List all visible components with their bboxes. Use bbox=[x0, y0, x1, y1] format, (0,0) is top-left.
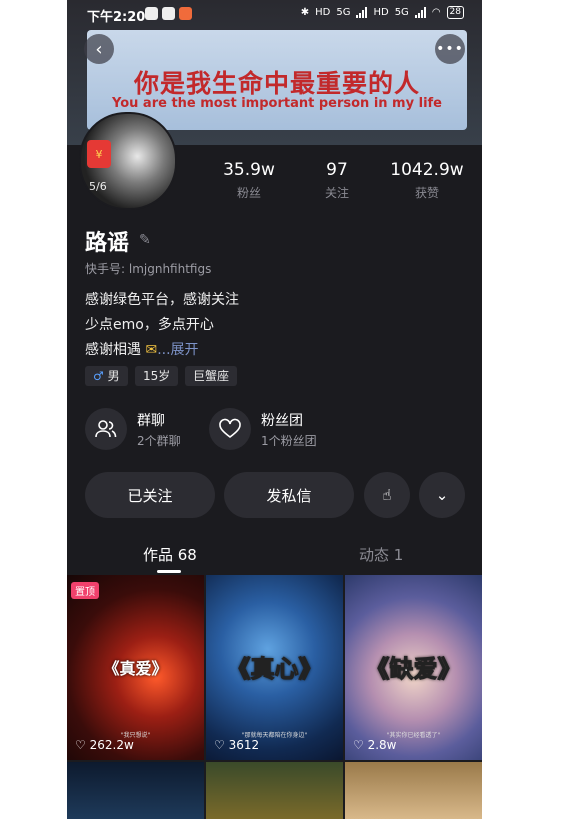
hd-badge: HD bbox=[373, 7, 389, 18]
stat-number: 1042.9w bbox=[390, 160, 464, 180]
status-indicators: ✱ HD 5G HD 5G ◠ 28 bbox=[301, 6, 464, 19]
send-message-button[interactable]: 发私信 bbox=[224, 472, 354, 518]
stat-number: 35.9w bbox=[223, 160, 275, 180]
stat-following[interactable]: 97 关注 bbox=[317, 160, 357, 201]
tab-works[interactable]: 作品 68 bbox=[143, 544, 197, 565]
battery-icon: 28 bbox=[446, 6, 464, 19]
age-tag: 15岁 bbox=[135, 366, 179, 386]
group-chat-title[interactable]: 群聊 bbox=[137, 410, 165, 430]
bio-text: 感谢相遇 bbox=[85, 342, 141, 358]
network-type: 5G bbox=[394, 7, 409, 18]
bluetooth-icon: ✱ bbox=[300, 7, 310, 18]
tab-dynamic[interactable]: 动态 1 bbox=[359, 544, 403, 565]
post-title: 《缺爱》 bbox=[365, 655, 462, 684]
like-count: 262.2w bbox=[89, 738, 134, 752]
chevron-left-icon: ‹ bbox=[95, 38, 103, 60]
signal-icon bbox=[356, 7, 368, 18]
signal-icon bbox=[414, 7, 426, 18]
post-tile[interactable] bbox=[345, 762, 482, 819]
app-notification-icon bbox=[179, 7, 192, 20]
followed-button[interactable]: 已关注 bbox=[85, 472, 215, 518]
heart-icon: ♡ bbox=[75, 738, 86, 752]
pinned-badge: 置顶 bbox=[71, 582, 99, 599]
avatar-count: 5/6 bbox=[89, 180, 107, 193]
more-options-button[interactable]: ••• bbox=[435, 34, 465, 64]
post-tile[interactable]: 《真心》 "那就每天都陪在你身边" ♡ 3612 bbox=[206, 575, 343, 760]
male-icon: ♂ bbox=[93, 369, 104, 383]
gender-label: 男 bbox=[107, 369, 120, 383]
fan-club-title[interactable]: 粉丝团 bbox=[261, 410, 303, 430]
post-tile[interactable]: 置顶 《真爱》 "我只想说" ♡ 262.2w bbox=[67, 575, 204, 760]
like-count: 3612 bbox=[228, 738, 260, 752]
group-chat-icon[interactable] bbox=[85, 408, 127, 450]
expand-recommend-button[interactable]: ⌄ bbox=[419, 472, 465, 518]
banner-text-cn: 你是我生命中最重要的人 bbox=[133, 69, 420, 98]
profile-screen: 你是我生命中最重要的人 You are the most important p… bbox=[67, 0, 482, 819]
post-tile[interactable] bbox=[206, 762, 343, 819]
envelope-icon: ✉ bbox=[145, 342, 158, 358]
group-chat-count: 2个群聊 bbox=[137, 434, 181, 448]
heart-icon: ♡ bbox=[214, 738, 225, 752]
gender-tag: ♂ 男 bbox=[85, 366, 128, 386]
red-packet-icon[interactable]: ¥ bbox=[87, 140, 111, 168]
fan-club-count: 1个粉丝团 bbox=[261, 434, 317, 448]
like-count: 2.8w bbox=[367, 738, 397, 752]
bio-line: 感谢绿色平台，感谢关注 bbox=[85, 292, 239, 308]
stat-label: 关注 bbox=[324, 186, 349, 200]
expand-bio-link[interactable]: ...展开 bbox=[157, 342, 198, 358]
banner-text-en: You are the most important person in my … bbox=[111, 96, 442, 111]
notification-icons bbox=[145, 7, 192, 20]
poke-button[interactable]: ☝ bbox=[364, 472, 410, 518]
profile-name: 路谣 bbox=[85, 231, 130, 256]
fan-club-heart-icon[interactable] bbox=[209, 408, 251, 450]
post-likes: ♡ 2.8w bbox=[353, 738, 397, 752]
more-dots-icon: ••• bbox=[436, 41, 464, 57]
post-tile[interactable]: 《缺爱》 "其实你已经看透了" ♡ 2.8w bbox=[345, 575, 482, 760]
status-time: 下午2:20 bbox=[87, 10, 146, 25]
wifi-icon: ◠ bbox=[431, 7, 441, 18]
user-id[interactable]: 快手号: lmjgnhfihtfigs bbox=[85, 260, 211, 277]
qq-icon bbox=[162, 7, 175, 20]
hand-pointer-icon: ☝ bbox=[382, 486, 392, 504]
status-bar: 下午2:20 ✱ HD 5G HD 5G ◠ 28 bbox=[67, 0, 482, 28]
post-title: 《真心》 bbox=[226, 655, 323, 684]
chevron-down-icon: ⌄ bbox=[435, 486, 449, 504]
tab-active-indicator bbox=[157, 570, 181, 573]
stat-fans[interactable]: 35.9w 粉丝 bbox=[217, 160, 281, 201]
stat-label: 粉丝 bbox=[236, 186, 261, 200]
edit-pencil-icon[interactable]: ✎ bbox=[139, 232, 151, 248]
post-likes: ♡ 262.2w bbox=[75, 738, 134, 752]
bio-line-last: 感谢相遇 ✉...展开 bbox=[85, 339, 199, 359]
post-title: 《真爱》 bbox=[103, 659, 168, 678]
bio-line: 少点emo，多点开心 bbox=[85, 317, 214, 333]
stat-label: 获赞 bbox=[414, 186, 439, 200]
app-notification-icon bbox=[145, 7, 158, 20]
network-type: 5G bbox=[336, 7, 351, 18]
heart-icon: ♡ bbox=[353, 738, 364, 752]
stat-number: 97 bbox=[326, 160, 348, 180]
back-button[interactable]: ‹ bbox=[84, 34, 114, 64]
post-tile[interactable] bbox=[67, 762, 204, 819]
stat-likes[interactable]: 1042.9w 获赞 bbox=[387, 160, 467, 201]
hd-badge: HD bbox=[315, 7, 331, 18]
zodiac-tag: 巨蟹座 bbox=[185, 366, 238, 386]
post-likes: ♡ 3612 bbox=[214, 738, 259, 752]
